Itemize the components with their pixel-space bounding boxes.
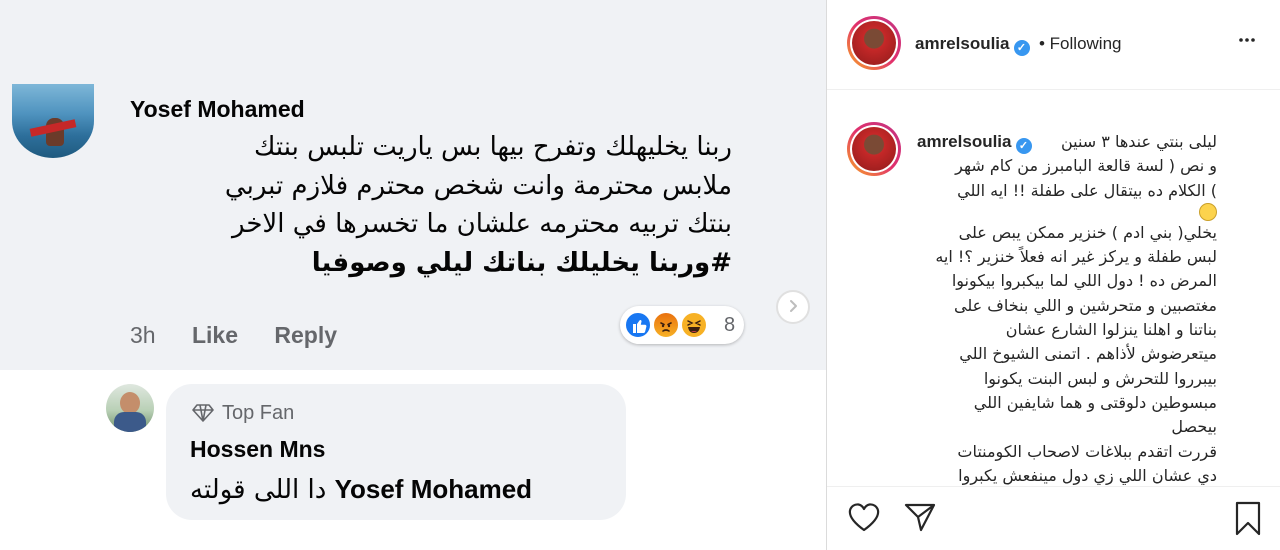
like-link[interactable]: Like [192,322,238,348]
comment-line: #وربنا يخليلك بناتك ليلي وصوفيا [311,247,732,278]
avatar-shirt [114,412,146,432]
comment-text: ربنا يخليهلك وتفرح بيها بس ياريت تلبس بن… [120,128,732,282]
caption-line: و نص ( لسة قالعة البامبرز من كام شهر [955,156,1217,176]
caption-username-text[interactable]: amrelsoulia [917,132,1012,151]
caption-line: لبس طفلة و يركز غير انه فعلاً خنزير ؟! ا… [935,247,1217,267]
avatar-border [850,19,898,67]
comments-screenshot: Yosef Mohamed ربنا يخليهلك وتفرح بيها بس… [0,0,826,550]
comment-time: 3h [130,322,156,348]
reply-text: دا اللى قولته Yosef Mohamed [190,474,532,505]
like-icon [624,311,652,339]
caption-line: مغتصبين و متحرشين و اللي بنخاف على [954,295,1217,315]
smiley-icon [1199,202,1217,221]
top-fan-badge: Top Fan [192,402,294,425]
comment-actions: 3h Like Reply [130,322,367,349]
heart-icon[interactable] [847,501,881,537]
chevron-right-icon[interactable] [776,290,810,324]
profile-avatar[interactable] [847,16,901,70]
avatar-border [850,125,898,173]
caption-line: دي عشان اللي زي دول مينفعش يكبروا [958,465,1217,485]
haha-icon [680,311,708,339]
header-username[interactable]: amrelsoulia ✓ [915,34,1030,56]
reply-link[interactable]: Reply [274,322,337,348]
more-options-icon[interactable] [1235,28,1259,58]
caption-line: مبسوطين دلوقتى و هما شايفين اللي [973,392,1217,412]
caption-line: المرض ده ! دول اللي لما بيكبروا بيكونوا [951,271,1217,291]
avatar-photo [852,127,896,171]
reply-message: دا اللى قولته [190,475,327,505]
username-text[interactable]: amrelsoulia [915,34,1010,53]
bookmark-icon[interactable] [1233,501,1263,541]
post-caption: ليلى بنتي عندها ٣ سنين و نص ( لسة قالعة … [917,130,1217,488]
post-action-bar [827,486,1280,550]
reactions-summary: 8 [620,306,744,344]
caption-avatar[interactable] [847,122,901,176]
verified-badge-icon: ✓ [1013,40,1030,56]
reply-avatar [106,384,154,432]
post-sidebar: amrelsoulia ✓ • Following ليلى بنتي عندها… [827,0,1280,550]
caption-line: قررت اتقدم ببلاغات لاصحاب الكومنتات [957,441,1217,461]
top-fan-label: Top Fan [222,402,295,424]
avatar-photo [852,21,896,65]
reply-mention[interactable]: Yosef Mohamed [335,474,532,504]
caption-first-line: ليلى بنتي عندها ٣ سنين [1060,132,1217,151]
caption-line: ) الكلام ده بيتقال على طفلة !! ايه اللي [917,179,1217,221]
reply-author: Hossen Mns [190,436,326,462]
caption-line: يخلي( بني ادم ) خنزير ممكن يبص على [958,222,1217,242]
share-icon[interactable] [903,501,937,537]
post-header: amrelsoulia ✓ • Following [827,0,1280,90]
commenter-avatar [12,84,94,158]
angry-icon [652,311,680,339]
caption-line: بيحصل [1171,417,1217,437]
following-button[interactable]: • Following [1039,34,1122,54]
caption-line: ميتعرضوش لأذاهم . اتمنى الشيوخ اللي [959,344,1217,364]
diamond-icon [192,402,214,425]
comment-line: بنتك تربيه محترمه علشان ما تخسرها في الا… [231,209,732,239]
caption-line: بناتنا و اهلنا ينزلوا الشارع عشان [1005,320,1217,340]
reaction-count: 8 [724,314,736,336]
avatar-face [120,392,140,414]
comment-author: Yosef Mohamed [130,96,305,122]
caption-text: ) الكلام ده بيتقال على طفلة !! ايه اللي [957,180,1217,200]
verified-badge-icon: ✓ [1015,138,1032,154]
caption-username[interactable]: amrelsoulia ✓ [917,132,1032,154]
comment-line: ملابس محترمة وانت شخص محترم فلازم تبربي [224,170,732,201]
comment-line: ربنا يخليهلك وتفرح بيها بس ياريت تلبس بن… [254,132,732,162]
caption-line: بيبرروا للتحرش و لبس البنت يكونوا [983,368,1217,388]
